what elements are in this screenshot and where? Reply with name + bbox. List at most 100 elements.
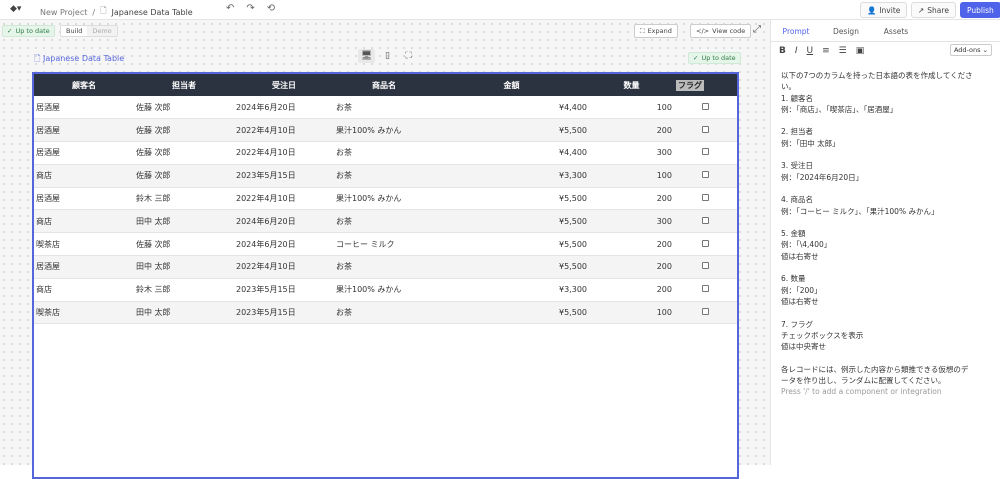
cell-customer: 居酒屋 — [34, 255, 134, 279]
image-icon[interactable]: ▣ — [856, 46, 865, 56]
prompt-line — [781, 149, 993, 160]
cell-quantity: 300 — [589, 209, 674, 234]
prompt-line — [781, 183, 993, 194]
view-code-button[interactable]: </> View code — [690, 24, 752, 38]
fit-icon[interactable]: ⛶ — [400, 49, 417, 63]
prompt-line: 1. 顧客名 — [781, 93, 814, 103]
cell-amount: ¥5,500 — [434, 209, 589, 234]
breadcrumb-page[interactable]: Japanese Data Table — [112, 8, 193, 17]
header-product[interactable]: 商品名 — [334, 74, 434, 96]
cell-flag — [674, 301, 737, 325]
prompt-line: ータを作り出し、ランダムに配置してください。 — [781, 376, 946, 386]
cell-quantity: 100 — [589, 164, 674, 188]
cell-staff: 田中 太郎 — [134, 301, 234, 325]
view-code-label: View code — [712, 27, 746, 35]
desktop-icon[interactable]: 🖥 — [358, 49, 375, 63]
cell-order-date: 2022年4月10日 — [234, 187, 334, 211]
ordered-list-icon[interactable]: ≡ — [822, 46, 830, 56]
header-order-date[interactable]: 受注日 — [234, 74, 334, 96]
undo-icon[interactable]: ↶ — [226, 3, 234, 14]
addons-dropdown[interactable]: Add-ons ⌄ — [949, 44, 992, 56]
cell-customer: 喫茶店 — [34, 301, 134, 325]
cell-quantity: 200 — [589, 118, 674, 143]
prompt-line: 値は右寄せ — [781, 296, 819, 306]
flag-checkbox[interactable] — [702, 308, 709, 316]
invite-button[interactable]: 👤 Invite — [860, 2, 908, 18]
prompt-line: 例：「田中 太郎」 — [781, 138, 840, 148]
bold-icon[interactable]: B — [779, 46, 786, 56]
header-staff[interactable]: 担当者 — [134, 74, 234, 96]
tab-assets[interactable]: Assets — [871, 20, 921, 42]
cell-flag — [674, 96, 737, 120]
header-customer[interactable]: 顧客名 — [34, 74, 134, 96]
cell-staff: 田中 太郎 — [134, 209, 234, 234]
tab-prompt[interactable]: Prompt — [771, 20, 821, 42]
chevron-down-icon: ⌄ — [980, 46, 988, 54]
cell-staff: 佐藤 次郎 — [134, 141, 234, 165]
prompt-line: 5. 金額 — [781, 229, 806, 239]
cell-order-date: 2022年4月10日 — [234, 255, 334, 279]
prompt-line: 4. 商品名 — [781, 195, 814, 205]
flag-checkbox[interactable] — [702, 239, 709, 247]
canvas-area: ✓ Up to date Build Demo ⛶ Expand </> View c… — [0, 20, 770, 479]
cell-product: お茶 — [334, 164, 434, 188]
prompt-line — [781, 115, 993, 126]
flag-checkbox[interactable] — [702, 216, 709, 224]
cell-customer: 居酒屋 — [34, 141, 134, 165]
prompt-editor[interactable]: 以下の7つのカラムを持った日本語の表を作成してくださ い。 1. 顧客名 例：「商店」… — [781, 70, 993, 398]
bullet-list-icon[interactable]: ☰ — [839, 46, 847, 56]
cell-staff: 鈴木 三郎 — [134, 187, 234, 211]
flag-checkbox[interactable] — [702, 102, 709, 110]
panel-tabs: Prompt Design Assets — [771, 20, 1000, 42]
italic-icon[interactable]: I — [795, 46, 798, 56]
table-row: 居酒屋 佐藤 次郎 2024年6月20日 お茶 ¥4,400 100 — [34, 96, 737, 120]
fullscreen-icon[interactable]: ⤢ — [753, 24, 761, 35]
header-flag[interactable]: フラグ — [674, 74, 737, 96]
person-icon: 👤 — [867, 5, 877, 15]
tab-design[interactable]: Design — [821, 20, 871, 42]
publish-button[interactable]: Publish — [960, 2, 1000, 18]
breadcrumb-project[interactable]: New Project — [40, 8, 87, 17]
underline-icon[interactable]: U — [807, 46, 814, 56]
device-switcher: 🖥 ▯ ⛶ — [358, 49, 417, 63]
cell-quantity: 200 — [589, 278, 674, 302]
flag-checkbox[interactable] — [702, 148, 709, 156]
cell-staff: 佐藤 次郎 — [134, 164, 234, 188]
cell-customer: 居酒屋 — [34, 96, 134, 120]
cell-customer: 商店 — [34, 278, 134, 302]
page-icon: 🗋 — [100, 6, 107, 15]
canvas-toolbar: ✓ Up to date Build Demo ⛶ Expand </> View c… — [0, 20, 770, 42]
prompt-line: 例：「商店」、「喫茶店」、「居酒屋」 — [781, 104, 898, 114]
expand-button[interactable]: ⛶ Expand — [634, 24, 678, 38]
cell-flag — [674, 164, 737, 188]
cell-staff: 佐藤 次郎 — [134, 232, 234, 257]
flag-checkbox[interactable] — [702, 285, 709, 293]
prompt-line: 3. 受注日 — [781, 161, 814, 171]
app-logo-icon[interactable]: ◆▾ — [10, 4, 21, 14]
mobile-icon[interactable]: ▯ — [379, 49, 396, 63]
table-row: 喫茶店 佐藤 次郎 2024年6月20日 コーヒー ミルク ¥5,500 200 — [34, 232, 737, 257]
cell-order-date: 2022年4月10日 — [234, 141, 334, 165]
cell-order-date: 2023年5月15日 — [234, 301, 334, 325]
table-row: 居酒屋 佐藤 次郎 2022年4月10日 果汁100% みかん ¥5,500 200 — [34, 118, 737, 143]
header-amount[interactable]: 金額 — [434, 74, 589, 96]
redo-icon[interactable]: ↷ — [246, 3, 254, 14]
flag-checkbox[interactable] — [702, 125, 709, 133]
cell-quantity: 100 — [589, 96, 674, 120]
flag-checkbox[interactable] — [702, 194, 709, 202]
header-quantity[interactable]: 数量 — [589, 74, 674, 96]
cell-order-date: 2024年6月20日 — [234, 209, 334, 234]
table-row: 居酒屋 鈴木 三郎 2022年4月10日 果汁100% みかん ¥5,500 200 — [34, 187, 737, 211]
cell-quantity: 300 — [589, 141, 674, 165]
build-tab[interactable]: Build — [61, 26, 87, 36]
publish-label: Publish — [967, 5, 994, 15]
history-icon[interactable]: ⟲ — [267, 3, 275, 14]
flag-checkbox[interactable] — [702, 262, 709, 270]
share-button[interactable]: ↗ Share — [911, 2, 956, 18]
cell-staff: 佐藤 次郎 — [134, 118, 234, 143]
table-row: 居酒屋 佐藤 次郎 2022年4月10日 お茶 ¥4,400 300 — [34, 141, 737, 165]
demo-tab[interactable]: Demo — [87, 26, 117, 36]
flag-checkbox[interactable] — [702, 171, 709, 179]
breadcrumb: New Project / 🗋 Japanese Data Table — [40, 5, 193, 19]
prompt-line: 値は右寄せ — [781, 251, 819, 261]
